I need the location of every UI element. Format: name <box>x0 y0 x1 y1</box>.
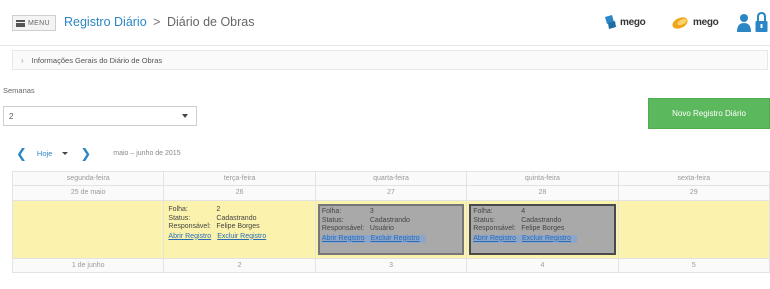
day-date: 26 <box>164 186 316 201</box>
calendar-toolbar: ❮ Hoje ❯ maio – junho de 2015 <box>16 146 181 160</box>
day-date: 2 <box>164 259 316 273</box>
folha-label: Folha: <box>168 206 188 213</box>
day-date: 5 <box>618 259 770 273</box>
day-cell[interactable]: Folha: 4 Status: Cadastrando Responsável: F… <box>467 201 619 259</box>
folha-value: 2 <box>216 206 221 213</box>
menu-button[interactable]: MENU <box>12 15 56 31</box>
responsible-value: Usuário <box>369 225 394 232</box>
day-date: 4 <box>467 259 619 273</box>
page-title: Diário de Obras <box>166 15 255 29</box>
week2-date-row: 1 de junho 2 3 4 5 <box>12 259 770 273</box>
status-value: Cadastrando <box>521 216 562 224</box>
calendar-range-label: maio – junho de 2015 <box>113 149 181 157</box>
day-cell[interactable]: Folha: 2 Status: Cadastrando Responsável: F… <box>164 201 316 259</box>
weekday-header: quinta-feira <box>467 171 619 186</box>
day-date: 25 de maio <box>13 186 165 201</box>
lock-icon[interactable] <box>755 12 768 33</box>
brand-logo-primary[interactable]: mego <box>602 14 646 30</box>
semanas-select[interactable]: 2 <box>3 106 197 126</box>
week1-date-row: 25 de maio 26 27 28 29 <box>12 186 770 201</box>
day-date: 3 <box>315 259 468 273</box>
prev-week-icon[interactable]: ❮ <box>16 147 27 160</box>
event-card-selected[interactable]: Folha: 4 Status: Cadastrando Responsável: F… <box>469 204 616 255</box>
delete-record-link[interactable]: Excluir Registro <box>217 233 266 240</box>
weekday-header: segunda-feira <box>13 171 165 186</box>
brand-name: mego <box>620 16 646 28</box>
day-cell[interactable]: Folha: 3 Status: Cadastrando Responsável: U… <box>315 201 468 259</box>
chevron-right-icon: › <box>21 55 24 65</box>
status-value: Cadastrando <box>216 214 257 222</box>
mego-logo-orange-icon <box>672 17 688 29</box>
folha-value: 3 <box>369 208 374 215</box>
user-icon[interactable] <box>737 13 751 33</box>
top-header: MENU Registro Diário > Diário de Obras m… <box>0 0 770 46</box>
status-value: Cadastrando <box>369 216 410 224</box>
mego-logo-icon <box>605 15 616 29</box>
responsible-value: Felipe Borges <box>521 225 565 232</box>
menu-label: MENU <box>28 19 50 27</box>
folha-value: 4 <box>521 208 526 215</box>
weekday-header: terça-feira <box>164 171 316 186</box>
responsible-label: Responsável: <box>168 223 211 230</box>
breadcrumb: Registro Diário > Diário de Obras <box>64 15 255 29</box>
week-calendar: segunda-feira terça-feira quarta-feira q… <box>12 171 770 273</box>
delete-record-link[interactable]: Excluir Registro <box>522 235 571 242</box>
event-card[interactable]: Folha: 3 Status: Cadastrando Responsável: U… <box>317 204 465 255</box>
responsible-label: Responsável: <box>321 225 365 232</box>
open-record-link[interactable]: Abrir Registro <box>168 233 211 240</box>
open-record-link[interactable]: Abrir Registro <box>473 235 516 242</box>
status-label: Status: <box>321 216 344 224</box>
general-info-accordion[interactable]: › Informações Gerais do Diário de Obras <box>12 50 768 70</box>
today-button[interactable]: Hoje <box>37 149 52 158</box>
new-daily-record-button[interactable]: Novo Registro Diário <box>648 98 770 129</box>
today-dropdown-icon[interactable] <box>62 151 69 155</box>
breadcrumb-separator: > <box>153 15 161 29</box>
open-record-link[interactable]: Abrir Registro <box>322 235 365 242</box>
weekday-header: quarta-feira <box>315 171 468 186</box>
brand-name: mego <box>693 16 719 28</box>
status-label: Status: <box>473 216 496 224</box>
week1-events-row: Folha: 2 Status: Cadastrando Responsável: F… <box>12 201 770 259</box>
day-date: 1 de junho <box>13 259 165 273</box>
accordion-title: Informações Gerais do Diário de Obras <box>31 55 163 65</box>
responsible-label: Responsável: <box>473 225 516 232</box>
semanas-label: Semanas <box>3 86 35 95</box>
semanas-value: 2 <box>9 111 14 121</box>
next-week-icon[interactable]: ❯ <box>80 147 91 160</box>
event-card[interactable]: Folha: 2 Status: Cadastrando Responsável: F… <box>166 204 313 255</box>
chevron-down-icon <box>182 114 188 118</box>
responsible-value: Felipe Borges <box>216 223 260 230</box>
folha-label: Folha: <box>321 208 342 215</box>
status-label: Status: <box>168 214 191 222</box>
app-title-link[interactable]: Registro Diário <box>64 15 147 29</box>
brand-logo-secondary[interactable]: mego <box>671 14 719 30</box>
weekday-header-row: segunda-feira terça-feira quarta-feira q… <box>12 171 770 186</box>
day-cell[interactable] <box>13 201 165 259</box>
day-date: 28 <box>467 186 619 201</box>
folha-label: Folha: <box>473 208 493 215</box>
weekday-header: sexta-feira <box>618 171 770 186</box>
day-date: 29 <box>618 186 770 201</box>
delete-record-link[interactable]: Excluir Registro <box>371 235 420 242</box>
hamburger-icon <box>16 19 25 27</box>
day-date: 27 <box>315 186 468 201</box>
day-cell[interactable] <box>618 201 770 259</box>
